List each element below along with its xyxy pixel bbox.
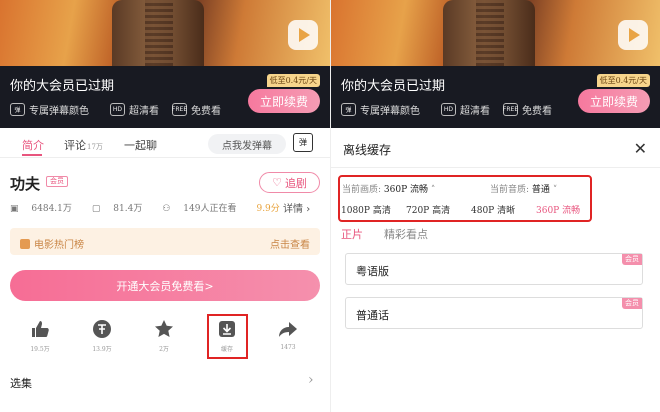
offline-cache-header: 离线缓存 ✕	[331, 130, 660, 168]
vip-expired-bar: 你的大会员已过期 弹专属弹幕颜色 HD 超清看 FREE 免费看 低至0.4元/天 …	[0, 66, 330, 128]
quality-option-480p[interactable]: 480P 清晰	[471, 203, 515, 216]
renew-button[interactable]: 立即续费	[578, 89, 650, 113]
like-action[interactable]: 19.5万	[17, 318, 63, 353]
quality-selector[interactable]: 当前画质: 360P 流畅 ˄	[342, 182, 435, 195]
favorite-action[interactable]: 2万	[141, 318, 187, 353]
hd-icon: HD	[110, 103, 125, 116]
hot-rank-label: 电影热门榜	[20, 236, 84, 251]
coin-action[interactable]: 13.9万	[79, 318, 125, 353]
hot-rank-view-link[interactable]: 点击查看	[270, 236, 310, 251]
tab-highlights[interactable]: 精彩看点	[384, 226, 428, 242]
chevron-right-icon: ›	[306, 204, 311, 215]
open-vip-button[interactable]: 开通大会员免费看>	[10, 270, 320, 301]
people-icon: ⚇	[162, 204, 171, 214]
danmu-count-icon: ▢	[91, 204, 101, 214]
vip-badge: 会员	[622, 298, 642, 309]
feature-hd: HD 超清看	[110, 102, 159, 117]
chevron-right-icon[interactable]: ›	[308, 372, 314, 388]
price-tag: 低至0.4元/天	[596, 74, 650, 87]
episodes-label[interactable]: 选集	[10, 375, 32, 391]
tab-comments[interactable]: 评论17万	[64, 137, 103, 153]
quality-option-720p[interactable]: 720P 高清	[406, 203, 450, 216]
chevron-down-icon: ˅	[552, 185, 558, 195]
video-detail-page: 你的大会员已过期 弹专属弹幕颜色 HD 超清看 FREE 免费看 低至0.4元/天 …	[0, 0, 330, 412]
free-icon: FREE	[172, 103, 187, 116]
quality-option-360p[interactable]: 360P 流畅	[536, 203, 580, 216]
star-icon	[141, 318, 187, 340]
danmu-count: ▢ 81.4万	[91, 204, 143, 214]
vip-badge: 会员	[622, 254, 642, 265]
feature-free: FREE 免费看	[172, 102, 221, 117]
detail-link[interactable]: 详情 ›	[283, 200, 310, 215]
banner-figure-detail	[476, 0, 504, 66]
offline-cache-title: 离线缓存	[343, 143, 392, 157]
close-icon[interactable]: ✕	[634, 139, 647, 158]
active-tab-indicator	[22, 154, 42, 156]
feature-danmu-color: 弹专属弹幕颜色	[10, 102, 89, 117]
share-action[interactable]: 1473	[265, 318, 311, 351]
danmu-input[interactable]: 点我发弹幕	[208, 134, 286, 154]
episode-mandarin[interactable]: 普通话 会员	[345, 297, 643, 329]
score: 9.9分	[256, 204, 280, 214]
play-count-icon: ▣	[10, 204, 19, 214]
hot-rank-bar[interactable]: 电影热门榜 点击查看	[10, 228, 320, 255]
danmu-color-icon: 弹	[10, 103, 25, 116]
vip-expired-bar: 你的大会员已过期 弹专属弹幕颜色 HD 超清看 FREE 免费看 低至0.4元/天 …	[331, 66, 660, 128]
vip-expired-text: 你的大会员已过期	[341, 79, 446, 94]
thumbs-up-icon	[17, 318, 63, 340]
video-banner[interactable]	[0, 0, 330, 66]
heart-icon: ♡	[272, 176, 282, 189]
follow-button[interactable]: ♡ 追剧	[259, 172, 320, 193]
renew-button[interactable]: 立即续费	[248, 89, 320, 113]
cache-highlight-box	[207, 314, 248, 359]
danmu-color-icon: 弹	[341, 103, 356, 116]
vip-badge: 会员	[46, 176, 68, 187]
share-icon	[265, 318, 311, 340]
video-title: 功夫	[10, 175, 41, 193]
feature-hd: HD 超清看	[441, 102, 490, 117]
chevron-up-icon: ˄	[430, 185, 436, 195]
play-count: ▣ 6484.1万	[10, 204, 72, 214]
vip-expired-text: 你的大会员已过期	[10, 79, 115, 94]
episode-cantonese[interactable]: 粤语版 会员	[345, 253, 643, 285]
play-icon[interactable]	[618, 20, 648, 50]
audio-selector[interactable]: 当前音质: 普通 ˅	[490, 182, 557, 195]
tab-watch-together[interactable]: 一起聊	[124, 137, 157, 153]
watching-count: ⚇ 149人正在看	[162, 204, 237, 214]
price-tag: 低至0.4元/天	[266, 74, 320, 87]
danmu-toggle-icon[interactable]: 弹	[293, 133, 313, 152]
feature-danmu-color: 弹专属弹幕颜色	[341, 102, 420, 117]
free-icon: FREE	[503, 103, 518, 116]
rank-icon	[20, 238, 30, 249]
quality-option-1080p[interactable]: 1080P 高清	[341, 203, 391, 216]
tab-intro[interactable]: 简介	[22, 137, 44, 153]
play-icon[interactable]	[288, 20, 318, 50]
video-stats: ▣ 6484.1万 ▢ 81.4万 ⚇ 149人正在看 9.9分	[10, 201, 290, 214]
hd-icon: HD	[441, 103, 456, 116]
video-banner[interactable]	[331, 0, 660, 66]
feature-free: FREE 免费看	[503, 102, 552, 117]
banner-figure-detail	[145, 0, 173, 66]
detail-tabs: 简介 评论17万 一起聊 点我发弹幕 弹	[0, 128, 330, 158]
coin-icon	[79, 318, 125, 340]
tab-main-feature[interactable]: 正片	[341, 226, 363, 242]
